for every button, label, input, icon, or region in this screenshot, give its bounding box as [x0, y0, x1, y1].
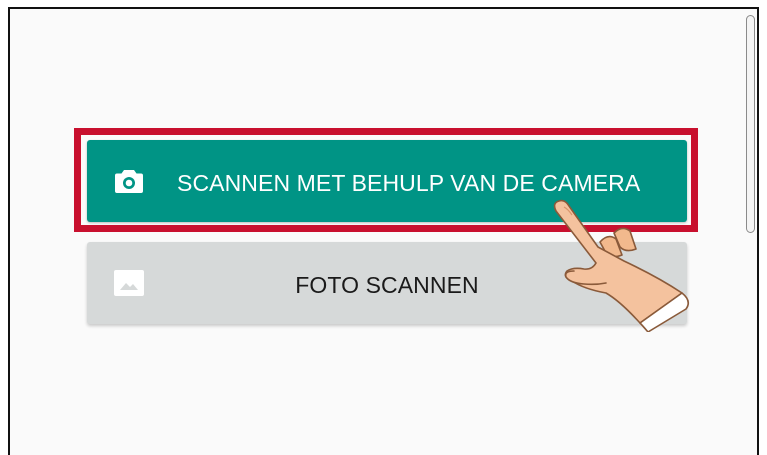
app-screen: SCANNEN MET BEHULP VAN DE CAMERA FOTO SC…: [8, 7, 759, 455]
scrollbar[interactable]: [746, 15, 755, 233]
camera-icon: [113, 166, 145, 196]
scan-with-camera-label: SCANNEN MET BEHULP VAN DE CAMERA: [177, 170, 641, 196]
pointing-hand-icon: [550, 197, 695, 333]
